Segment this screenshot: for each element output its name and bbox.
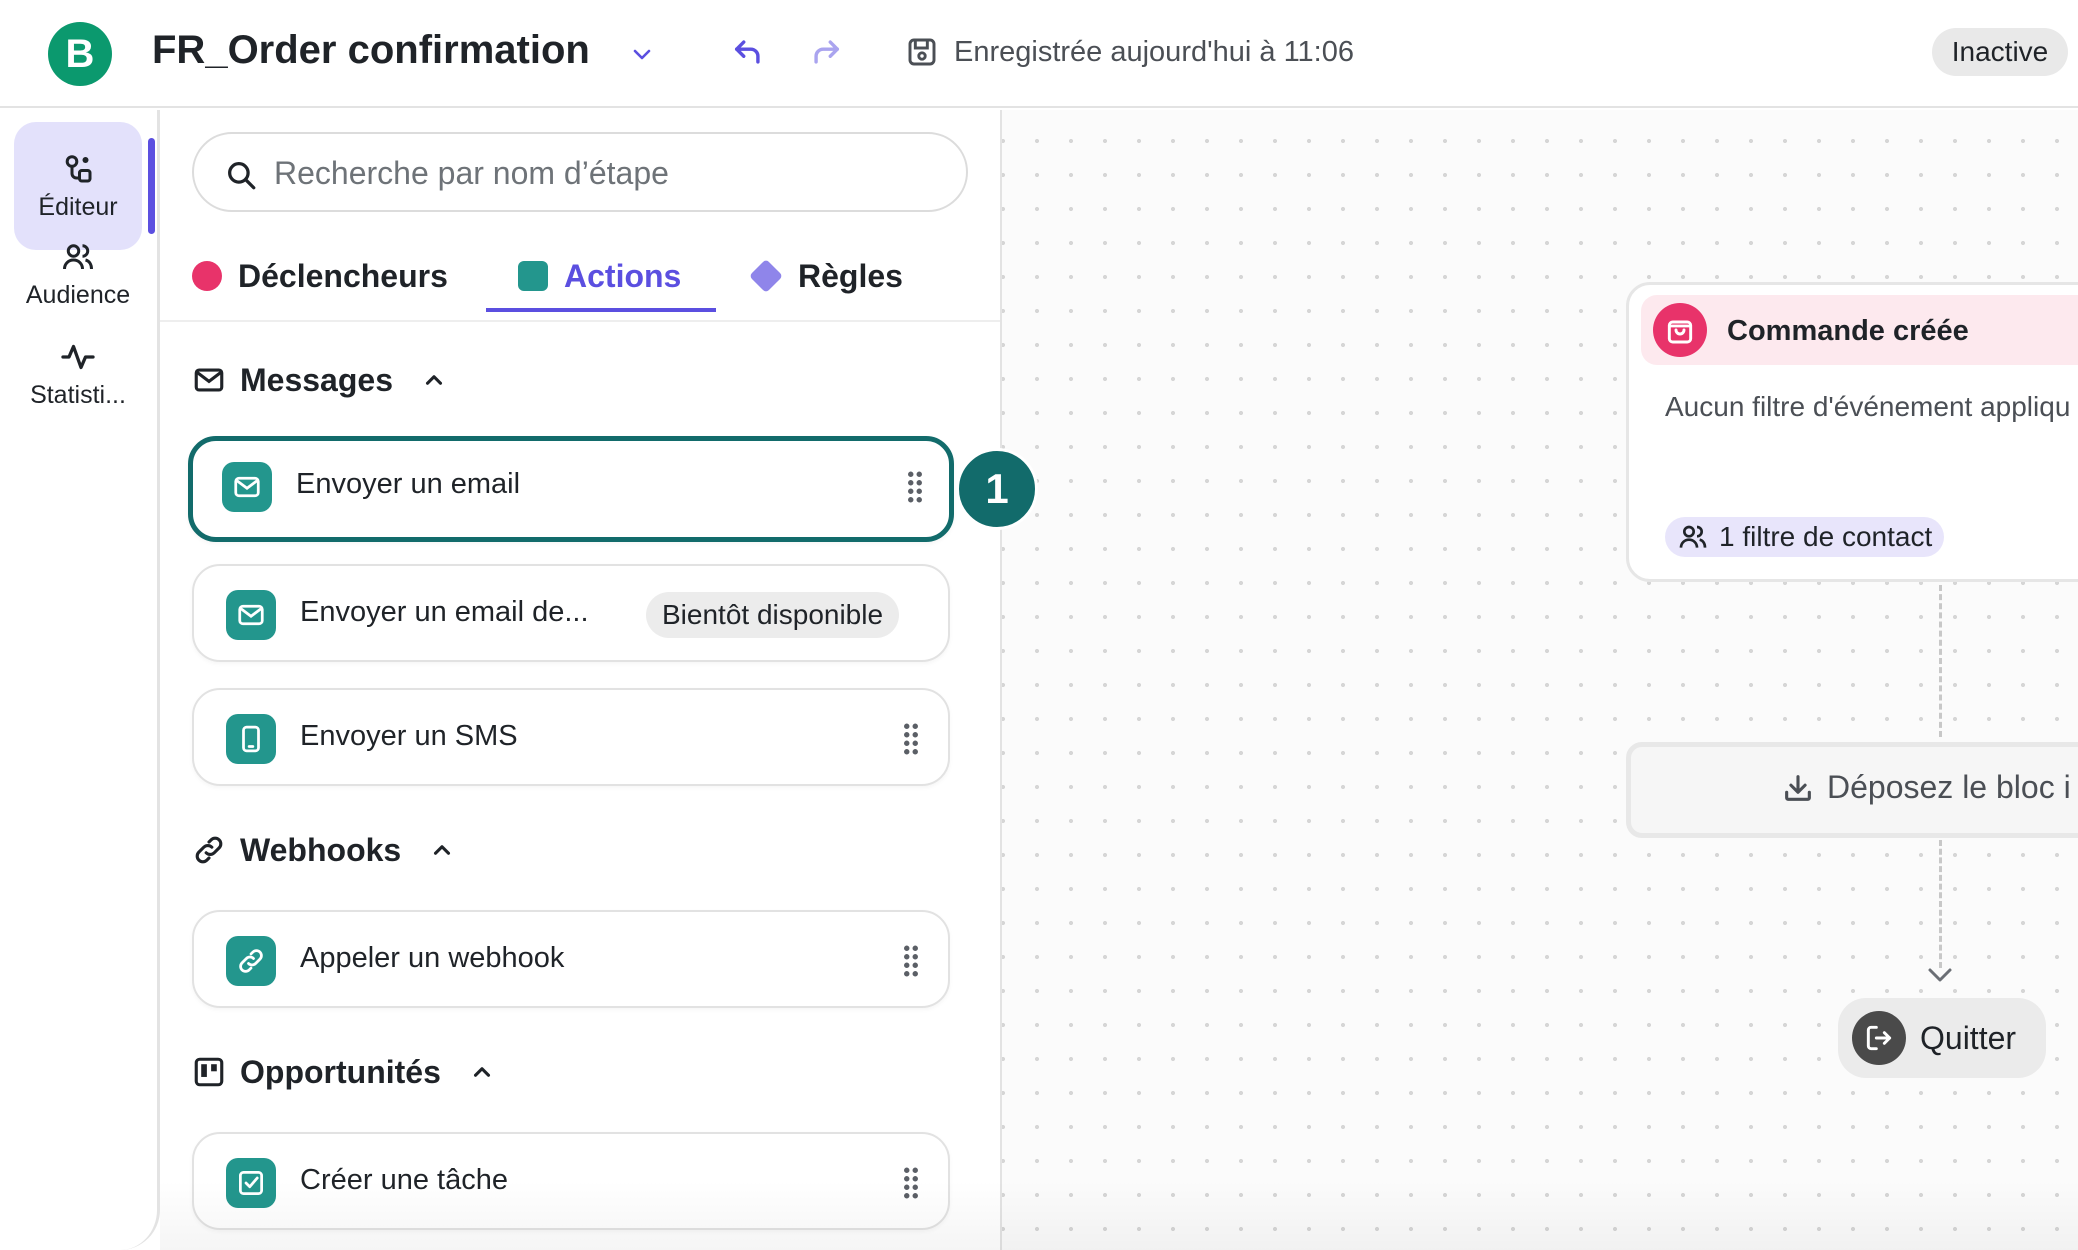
active-tab-underline: [486, 308, 716, 312]
tab-label: Déclencheurs: [238, 257, 448, 294]
section-webhooks-header[interactable]: Webhooks: [192, 826, 455, 874]
drop-zone[interactable]: Déposez le bloc i: [1626, 742, 2078, 838]
trigger-node-header: Commande créée: [1641, 295, 2078, 365]
chevron-up-icon[interactable]: [469, 1059, 495, 1085]
drag-handle-icon[interactable]: [906, 470, 924, 504]
brand-logo[interactable]: B: [48, 22, 112, 86]
envelope-icon: [194, 368, 224, 392]
users-icon: [63, 243, 93, 269]
redo-icon[interactable]: [806, 32, 846, 72]
trigger-node-title: Commande créée: [1727, 315, 1969, 347]
step-card-label: Créer une tâche: [300, 1164, 508, 1196]
section-opportunities-header[interactable]: Opportunités: [192, 1048, 495, 1096]
step-card-label: Appeler un webhook: [300, 942, 565, 974]
step-card-send-email[interactable]: Envoyer un email: [188, 436, 954, 542]
search-icon: [228, 162, 256, 190]
action-square-icon: [518, 261, 548, 291]
rail-item-label: Audience: [25, 280, 131, 309]
section-title: Opportunités: [240, 1053, 441, 1090]
status-badge[interactable]: Inactive: [1932, 28, 2068, 76]
exit-icon: [1852, 1011, 1906, 1065]
checkbox-icon: [226, 1158, 276, 1208]
search-input[interactable]: [274, 144, 934, 202]
chevron-up-icon[interactable]: [429, 837, 455, 863]
rail-active-indicator: [148, 138, 155, 234]
exit-label: Quitter: [1920, 1019, 2017, 1056]
step-number-marker: 1: [956, 448, 1038, 530]
section-title: Webhooks: [240, 831, 402, 868]
step-card-call-webhook[interactable]: Appeler un webhook: [192, 910, 950, 1008]
rail-item-statistics[interactable]: Statisti...: [14, 310, 142, 438]
trigger-dot-icon: [192, 261, 222, 291]
trigger-node-filter-text: Aucun filtre d'événement appliqu: [1665, 391, 2071, 422]
chevron-up-icon[interactable]: [421, 367, 447, 393]
flow-connector: [1939, 585, 1942, 737]
step-card-label: Envoyer un email de...: [300, 596, 589, 628]
step-card-label: Envoyer un SMS: [300, 720, 518, 752]
search-box[interactable]: [192, 132, 968, 212]
download-icon: [1785, 774, 1811, 801]
tab-label: Règles: [798, 257, 903, 294]
flow-connector: [1939, 840, 1942, 968]
link-icon: [195, 836, 223, 864]
section-title: Messages: [240, 361, 393, 398]
trigger-node-card[interactable]: Commande créée Aucun filtre d'événement …: [1626, 282, 2078, 582]
drag-handle-icon[interactable]: [902, 1166, 920, 1200]
exit-node[interactable]: Quitter: [1838, 998, 2046, 1078]
contact-filter-label: 1 filtre de contact: [1719, 521, 1933, 552]
drop-zone-label: Déposez le bloc i: [1827, 769, 2071, 805]
save-status-text: Enregistrée aujourd'hui à 11:06: [954, 36, 1354, 68]
rail-item-label: Statisti...: [30, 380, 126, 409]
phone-icon: [226, 714, 276, 764]
step-card-send-email-other[interactable]: Envoyer un email de... Bientôt disponibl…: [192, 564, 950, 662]
undo-icon[interactable]: [728, 32, 768, 72]
drag-handle-icon[interactable]: [902, 944, 920, 978]
section-messages-header[interactable]: Messages: [192, 356, 447, 404]
workflow-title[interactable]: FR_Order confirmation: [152, 28, 590, 73]
contact-filter-badge[interactable]: 1 filtre de contact: [1665, 517, 1945, 557]
rule-diamond-icon: [749, 259, 783, 293]
board-icon: [194, 1057, 224, 1087]
title-dropdown-chevron-icon[interactable]: [626, 34, 658, 74]
step-card-create-task[interactable]: Créer une tâche: [192, 1132, 950, 1230]
activity-icon: [61, 344, 95, 369]
users-icon: [1679, 525, 1707, 548]
arrow-down-icon: [1928, 968, 1952, 982]
save-icon: [904, 34, 940, 70]
step-card-label: Envoyer un email: [296, 468, 521, 500]
mail-icon: [226, 590, 276, 640]
drag-handle-icon[interactable]: [902, 722, 920, 756]
left-rail: Éditeur Audience Statisti...: [0, 110, 160, 1250]
shopping-bag-icon: [1653, 303, 1707, 357]
editor-icon: [65, 154, 92, 182]
coming-soon-badge: Bientôt disponible: [646, 592, 900, 638]
tab-triggers[interactable]: Déclencheurs: [192, 230, 448, 322]
workflow-canvas[interactable]: Commande créée Aucun filtre d'événement …: [1000, 110, 2078, 1250]
tab-label: Actions: [564, 257, 682, 294]
tab-rules[interactable]: Règles: [749, 230, 903, 322]
link-icon: [226, 936, 276, 986]
top-bar: B FR_Order confirmation Enregistrée aujo…: [0, 0, 2078, 108]
steps-panel: Déclencheurs Actions Règles Messages Env…: [160, 110, 1000, 1250]
mail-icon: [222, 462, 272, 512]
step-card-send-sms[interactable]: Envoyer un SMS: [192, 688, 950, 786]
